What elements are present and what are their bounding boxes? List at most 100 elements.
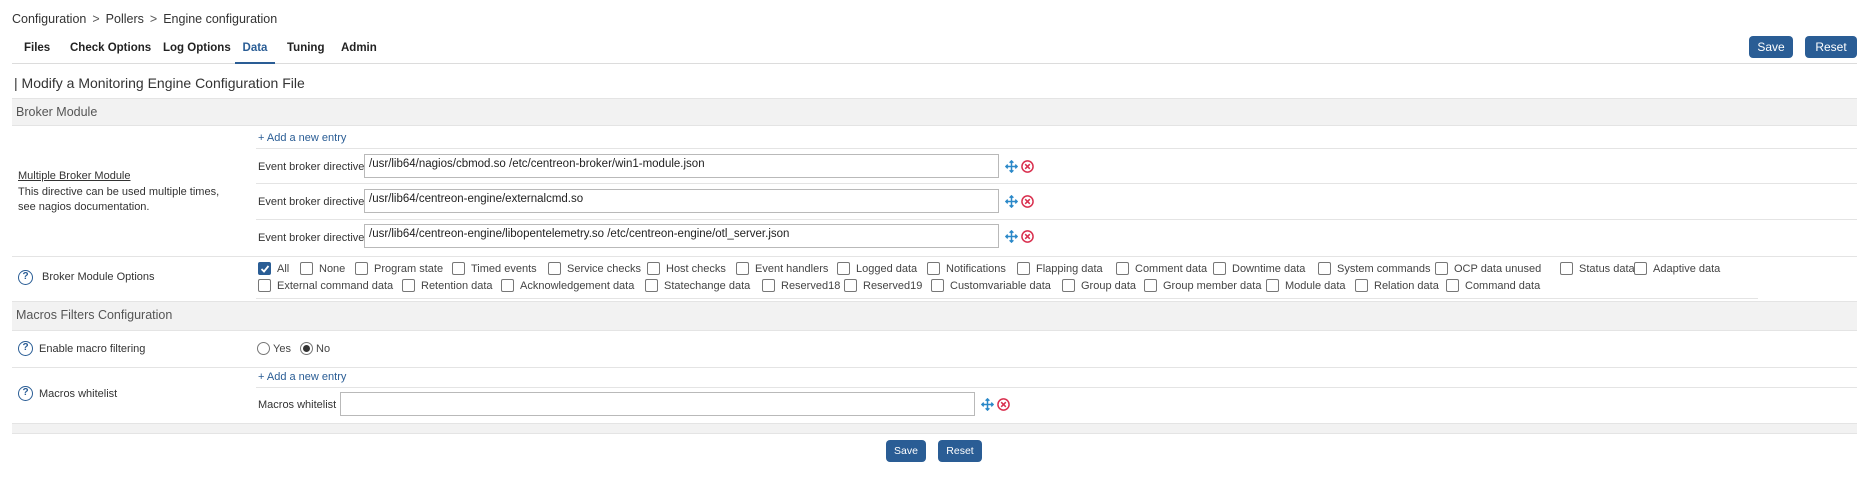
help-icon[interactable]: ? bbox=[18, 386, 33, 401]
option-acknowledgement-data-checkbox[interactable]: Acknowledgement data bbox=[501, 279, 634, 292]
breadcrumb-engine-configuration[interactable]: Engine configuration bbox=[163, 12, 277, 26]
broker-module-desc-2: see nagios documentation. bbox=[18, 201, 150, 213]
checkbox-label: System commands bbox=[1337, 262, 1431, 275]
move-icon[interactable] bbox=[1005, 160, 1018, 173]
event-broker-directive-input[interactable]: /usr/lib64/centreon-engine/libopenteleme… bbox=[364, 224, 999, 248]
checkbox-box bbox=[1560, 262, 1573, 275]
reset-button-top[interactable]: Reset bbox=[1805, 36, 1857, 58]
option-status-data-checkbox[interactable]: Status data bbox=[1560, 262, 1635, 275]
macros-add-entry-link[interactable]: + Add a new entry bbox=[258, 371, 346, 383]
breadcrumb-separator: > bbox=[92, 12, 100, 26]
macros-whitelist-input[interactable] bbox=[340, 392, 975, 416]
option-logged-data-checkbox[interactable]: Logged data bbox=[837, 262, 917, 275]
tab-log-options[interactable]: Log Options bbox=[163, 36, 231, 64]
option-group-data-checkbox[interactable]: Group data bbox=[1062, 279, 1136, 292]
option-command-data-checkbox[interactable]: Command data bbox=[1446, 279, 1540, 292]
divider bbox=[256, 298, 1758, 299]
option-relation-data-checkbox[interactable]: Relation data bbox=[1355, 279, 1439, 292]
option-all-checkbox[interactable]: All bbox=[258, 262, 289, 275]
divider bbox=[256, 148, 1857, 149]
option-program-state-checkbox[interactable]: Program state bbox=[355, 262, 443, 275]
checkbox-box bbox=[1446, 279, 1459, 292]
checkbox-box bbox=[1634, 262, 1647, 275]
checkbox-box bbox=[931, 279, 944, 292]
tab-data[interactable]: Data bbox=[235, 36, 275, 64]
option-group-member-data-checkbox[interactable]: Group member data bbox=[1144, 279, 1261, 292]
divider bbox=[256, 183, 1857, 184]
checkbox-box bbox=[1266, 279, 1279, 292]
event-broker-directive-label: Event broker directive bbox=[258, 196, 365, 208]
option-system-commands-checkbox[interactable]: System commands bbox=[1318, 262, 1431, 275]
macro-filtering-no-radio[interactable]: No bbox=[300, 342, 330, 355]
option-service-checks-checkbox[interactable]: Service checks bbox=[548, 262, 641, 275]
checkbox-box bbox=[452, 262, 465, 275]
checkbox-label: External command data bbox=[277, 279, 394, 292]
checkbox-box bbox=[844, 279, 857, 292]
checkbox-label: Retention data bbox=[421, 279, 493, 292]
broker-add-entry-link[interactable]: + Add a new entry bbox=[258, 132, 346, 144]
save-button-bottom[interactable]: Save bbox=[886, 440, 926, 462]
help-icon[interactable]: ? bbox=[18, 270, 33, 285]
checkbox-box bbox=[1017, 262, 1030, 275]
option-customvariable-data-checkbox[interactable]: Customvariable data bbox=[931, 279, 1051, 292]
checkbox-box bbox=[1435, 262, 1448, 275]
option-event-handlers-checkbox[interactable]: Event handlers bbox=[736, 262, 828, 275]
move-icon[interactable] bbox=[1005, 230, 1018, 243]
checkbox-label: Command data bbox=[1465, 279, 1541, 292]
checkbox-box bbox=[300, 262, 313, 275]
checkbox-box bbox=[355, 262, 368, 275]
macro-filtering-yes-radio[interactable]: Yes bbox=[257, 342, 291, 355]
event-broker-directive-input[interactable]: /usr/lib64/nagios/cbmod.so /etc/centreon… bbox=[364, 154, 999, 178]
event-broker-directive-input[interactable]: /usr/lib64/centreon-engine/externalcmd.s… bbox=[364, 189, 999, 213]
tab-admin[interactable]: Admin bbox=[341, 36, 377, 64]
option-module-data-checkbox[interactable]: Module data bbox=[1266, 279, 1346, 292]
save-button-top[interactable]: Save bbox=[1749, 36, 1793, 58]
delete-icon[interactable] bbox=[997, 398, 1010, 411]
multiple-broker-module-link[interactable]: Multiple Broker Module bbox=[18, 170, 131, 182]
option-statechange-data-checkbox[interactable]: Statechange data bbox=[645, 279, 750, 292]
help-icon[interactable]: ? bbox=[18, 341, 33, 356]
checkbox-box bbox=[1144, 279, 1157, 292]
move-icon[interactable] bbox=[1005, 195, 1018, 208]
option-none-checkbox[interactable]: None bbox=[300, 262, 345, 275]
divider bbox=[12, 367, 1857, 368]
option-ocp-data-unused-checkbox[interactable]: OCP data unused bbox=[1435, 262, 1541, 275]
option-notifications-checkbox[interactable]: Notifications bbox=[927, 262, 1006, 275]
option-host-checks-checkbox[interactable]: Host checks bbox=[647, 262, 726, 275]
checkbox-label: Adaptive data bbox=[1653, 262, 1721, 275]
option-reserved18-checkbox[interactable]: Reserved18 bbox=[762, 279, 840, 292]
breadcrumb-pollers[interactable]: Pollers bbox=[106, 12, 144, 26]
option-downtime-data-checkbox[interactable]: Downtime data bbox=[1213, 262, 1305, 275]
checkbox-box bbox=[402, 279, 415, 292]
checkbox-label: Notifications bbox=[946, 262, 1006, 275]
checkbox-box bbox=[258, 262, 271, 275]
checkbox-label: Group member data bbox=[1163, 279, 1262, 292]
radio-dot bbox=[257, 342, 270, 355]
reset-button-bottom[interactable]: Reset bbox=[938, 440, 982, 462]
checkbox-label: Statechange data bbox=[664, 279, 751, 292]
event-broker-directive-label: Event broker directive bbox=[258, 161, 365, 173]
option-timed-events-checkbox[interactable]: Timed events bbox=[452, 262, 537, 275]
option-adaptive-data-checkbox[interactable]: Adaptive data bbox=[1634, 262, 1720, 275]
checkbox-box bbox=[548, 262, 561, 275]
checkbox-box bbox=[1318, 262, 1331, 275]
move-icon[interactable] bbox=[981, 398, 994, 411]
option-comment-data-checkbox[interactable]: Comment data bbox=[1116, 262, 1207, 275]
tab-bar: Files Check Options Log Options Data Tun… bbox=[12, 36, 1857, 64]
tab-files[interactable]: Files bbox=[24, 36, 50, 64]
tab-check-options[interactable]: Check Options bbox=[70, 36, 151, 64]
divider bbox=[12, 256, 1857, 257]
tab-tuning[interactable]: Tuning bbox=[287, 36, 324, 64]
option-reserved19-checkbox[interactable]: Reserved19 bbox=[844, 279, 922, 292]
option-retention-data-checkbox[interactable]: Retention data bbox=[402, 279, 493, 292]
delete-icon[interactable] bbox=[1021, 160, 1034, 173]
divider bbox=[256, 219, 1857, 220]
delete-icon[interactable] bbox=[1021, 195, 1034, 208]
form-footer-bar bbox=[12, 423, 1857, 434]
radio-label: No bbox=[316, 342, 331, 355]
delete-icon[interactable] bbox=[1021, 230, 1034, 243]
option-external-command-data-checkbox[interactable]: External command data bbox=[258, 279, 393, 292]
section-macros-filters: Macros Filters Configuration bbox=[12, 301, 1857, 331]
option-flapping-data-checkbox[interactable]: Flapping data bbox=[1017, 262, 1103, 275]
breadcrumb-configuration[interactable]: Configuration bbox=[12, 12, 86, 26]
